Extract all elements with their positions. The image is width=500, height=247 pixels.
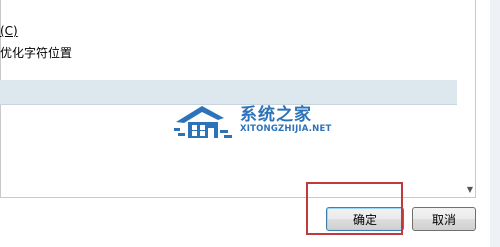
option-label-1-text: (C) — [0, 24, 18, 38]
cancel-button-label: 取消 — [431, 212, 456, 227]
scroll-down-button[interactable]: ▼ — [465, 183, 475, 196]
option-label-1[interactable]: (C) — [0, 24, 18, 38]
option-label-2-text: 优化字符位置 — [0, 46, 73, 60]
cancel-button[interactable]: 取消 — [412, 207, 476, 231]
watermark-title: 系统之家 — [240, 105, 312, 125]
ok-button[interactable]: 确定 — [326, 207, 404, 231]
panel-right-border — [475, 0, 476, 198]
watermark: 系统之家 XITONGZHIJIA.NET — [172, 98, 332, 146]
scroll-down-arrow-icon: ▼ — [466, 184, 474, 194]
house-logo-icon — [174, 106, 232, 138]
window-right-edge — [490, 0, 500, 247]
watermark-subtitle: XITONGZHIJIA.NET — [240, 124, 332, 134]
option-label-2[interactable]: 优化字符位置 — [0, 46, 72, 60]
panel-bottom-border — [0, 197, 476, 198]
ok-button-label: 确定 — [352, 212, 377, 227]
